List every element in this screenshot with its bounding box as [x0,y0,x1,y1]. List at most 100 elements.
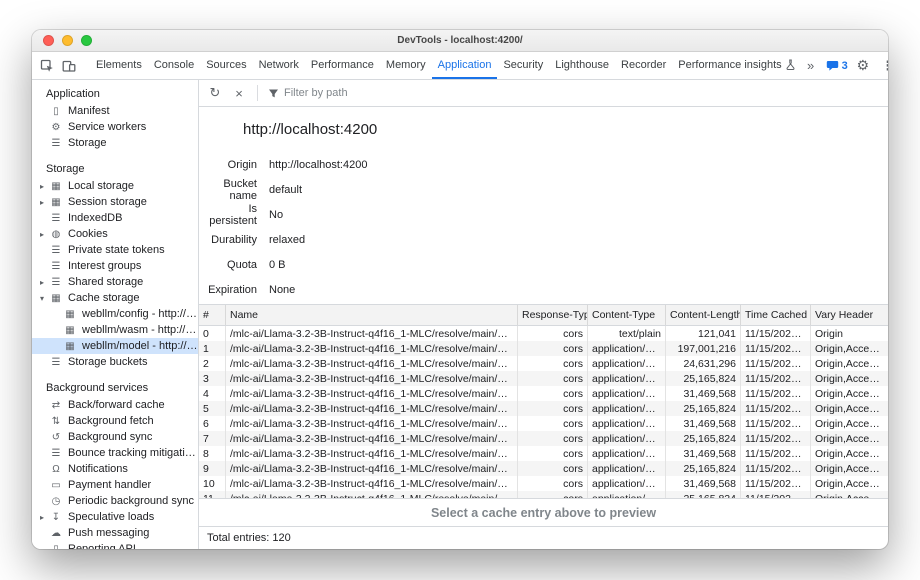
cache-toolbar: ↻ × [199,80,888,107]
panel-tab[interactable]: Network [253,52,305,79]
cache-table-icon: ▦ [62,309,78,320]
interest-groups-icon: ☰ [48,261,64,272]
expand-arrow-icon[interactable]: ▸ [36,198,48,207]
sidebar-item[interactable]: ▦ webllm/wasm - http://loca... [32,322,198,338]
expand-arrow-icon[interactable]: ▸ [36,278,48,287]
more-options-icon[interactable]: ⋮ [878,56,888,76]
cell-time-cached: 11/15/2024, 10... [745,463,806,475]
column-header-content-length[interactable]: Content-Length [665,305,740,325]
console-messages-button[interactable]: 3 [826,60,848,72]
filter-input[interactable] [284,87,424,99]
sidebar-item[interactable]: ▯ Manifest [32,103,198,119]
sidebar-item[interactable]: ☰ Interest groups [32,258,198,274]
sidebar-item[interactable]: ☰ Storage buckets [32,354,198,370]
sidebar-item-label: Payment handler [68,479,151,491]
panel-tab[interactable]: Memory [380,52,432,79]
cache-entry-row[interactable]: 5 /mlc-ai/Llama-3.2-3B-Instruct-q4f16_1-… [199,401,888,416]
inspect-element-icon[interactable] [37,56,57,76]
cache-entry-row[interactable]: 10 /mlc-ai/Llama-3.2-3B-Instruct-q4f16_1… [199,476,888,491]
metadata-row: Expiration None [199,277,888,302]
cache-entry-row[interactable]: 1 /mlc-ai/Llama-3.2-3B-Instruct-q4f16_1-… [199,341,888,356]
cell-name: /mlc-ai/Llama-3.2-3B-Instruct-q4f16_1-ML… [230,418,513,430]
sidebar-item[interactable]: ☰ Private state tokens [32,242,198,258]
panel-tab[interactable]: Application [432,52,498,79]
panel-tab[interactable]: Performance [305,52,380,79]
sidebar-item[interactable]: ☰ Storage [32,135,198,151]
cell-content-type: application/oc... [592,388,661,400]
cache-entry-row[interactable]: 4 /mlc-ai/Llama-3.2-3B-Instruct-q4f16_1-… [199,386,888,401]
sidebar-item[interactable]: ☰ IndexedDB [32,210,198,226]
cache-entry-row[interactable]: 6 /mlc-ai/Llama-3.2-3B-Instruct-q4f16_1-… [199,416,888,431]
expand-arrow-icon[interactable]: ▸ [36,182,48,191]
tab-label: Console [154,59,194,71]
panel-tab[interactable]: Security [497,52,549,79]
messages-count: 3 [842,60,848,72]
sidebar-item[interactable]: ◷ Periodic background sync [32,493,198,509]
panel-tab[interactable]: Sources [200,52,252,79]
sidebar-item[interactable]: ☁ Push messaging [32,525,198,541]
sidebar-item[interactable]: ▸ ☰ Shared storage [32,274,198,290]
cache-entry-row[interactable]: 7 /mlc-ai/Llama-3.2-3B-Instruct-q4f16_1-… [199,431,888,446]
panel-tab[interactable]: Recorder [615,52,672,79]
column-header-name[interactable]: Name [225,305,517,325]
settings-gear-icon[interactable]: ⚙ [853,56,873,76]
sidebar-item[interactable]: ⚙ Service workers [32,119,198,135]
column-header-response-type[interactable]: Response-Type [517,305,587,325]
cell-index: 4 [203,388,209,400]
metadata-value: None [269,284,295,296]
sidebar-item-label: Service workers [68,121,146,133]
metadata-label: Bucket name [199,178,257,202]
cache-entry-row[interactable]: 9 /mlc-ai/Llama-3.2-3B-Instruct-q4f16_1-… [199,461,888,476]
cache-entry-row[interactable]: 8 /mlc-ai/Llama-3.2-3B-Instruct-q4f16_1-… [199,446,888,461]
sidebar-item[interactable]: ↺ Background sync [32,429,198,445]
delete-selected-icon[interactable]: × [229,86,249,101]
experiment-flask-icon [786,59,795,70]
cell-response-type: cors [563,328,583,340]
device-toolbar-icon[interactable] [59,56,79,76]
sidebar-item[interactable]: ☰ Bounce tracking mitigations [32,445,198,461]
expand-arrow-icon[interactable]: ▾ [36,294,48,303]
tab-label: Recorder [621,59,666,71]
panel-tab[interactable]: Lighthouse [549,52,615,79]
sidebar-item[interactable]: ▯ Reporting API [32,541,198,549]
column-header-vary-header[interactable]: Vary Header [810,305,888,325]
sidebar-item[interactable]: ▸ ↧ Speculative loads [32,509,198,525]
sidebar-item-label: webllm/model - http://loc... [82,340,198,352]
private-state-tokens-icon: ☰ [48,245,64,256]
service-workers-icon: ⚙ [48,122,64,133]
sidebar-item[interactable]: ▸ ◍ Cookies [32,226,198,242]
sidebar-item[interactable]: ⇅ Background fetch [32,413,198,429]
cell-response-type: cors [563,343,583,355]
sidebar-item[interactable]: ▦ webllm/config - http://loc... [32,306,198,322]
cache-entry-row[interactable]: 0 /mlc-ai/Llama-3.2-3B-Instruct-q4f16_1-… [199,326,888,341]
column-header-index[interactable]: # [199,305,225,325]
periodic-sync-clock-icon: ◷ [48,496,64,507]
panel-tab[interactable]: Elements [90,52,148,79]
panel-tab[interactable]: Console [148,52,200,79]
cache-entry-row[interactable]: 2 /mlc-ai/Llama-3.2-3B-Instruct-q4f16_1-… [199,356,888,371]
speculative-loads-icon: ↧ [48,512,64,523]
reporting-api-icon: ▯ [48,544,64,550]
column-header-time-cached[interactable]: Time Cached [740,305,810,325]
more-tabs-icon[interactable]: » [801,56,821,76]
tab-strip: Elements Console Sources Network [32,52,888,80]
cell-time-cached: 11/15/2024, 10... [745,388,806,400]
cache-entry-row[interactable]: 11 /mlc-ai/Llama-3.2-3B-Instruct-q4f16_1… [199,491,888,498]
sidebar-item[interactable]: ▭ Payment handler [32,477,198,493]
cache-entry-row[interactable]: 3 /mlc-ai/Llama-3.2-3B-Instruct-q4f16_1-… [199,371,888,386]
sidebar-item[interactable]: ▦ webllm/model - http://loc... [32,338,198,354]
panel-tab[interactable]: Performance insights [672,52,800,79]
storage-icon: ☰ [48,138,64,149]
refresh-icon[interactable]: ↻ [205,85,225,101]
expand-arrow-icon[interactable]: ▸ [36,513,48,522]
expand-arrow-icon[interactable]: ▸ [36,230,48,239]
cell-time-cached: 11/15/2024, 10... [745,478,806,490]
sidebar-item[interactable]: ⇄ Back/forward cache [32,397,198,413]
metadata-row: Origin http://localhost:4200 [199,152,888,177]
sidebar-item[interactable]: Ω Notifications [32,461,198,477]
sidebar-item[interactable]: ▸ ▦ Session storage [32,194,198,210]
column-header-content-type[interactable]: Content-Type [587,305,665,325]
cell-vary-header: Origin,Access... [815,418,884,430]
sidebar-item[interactable]: ▾ ▦ Cache storage [32,290,198,306]
sidebar-item[interactable]: ▸ ▦ Local storage [32,178,198,194]
